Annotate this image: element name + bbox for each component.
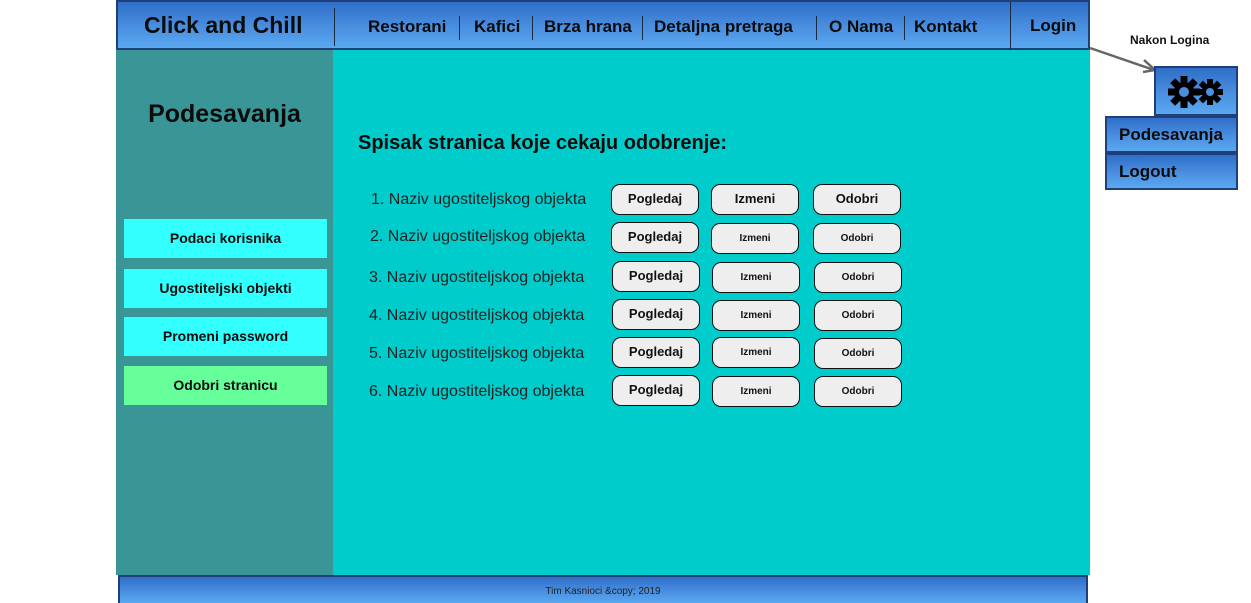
approve-button[interactable]: Odobri [814, 300, 902, 331]
sidebar-item-podaci-korisnika[interactable]: Podaci korisnika [124, 219, 327, 258]
page-title: Spisak stranica koje cekaju odobrenje: [358, 132, 728, 154]
view-button[interactable]: Pogledaj [612, 261, 700, 292]
sidebar-title: Podesavanja [148, 100, 301, 128]
login-link[interactable]: Login [1030, 16, 1076, 36]
nav-divider [642, 16, 643, 40]
edit-button[interactable]: Izmeni [711, 223, 799, 254]
sidebar-item-odobri-stranicu[interactable]: Odobri stranicu [124, 366, 327, 405]
approve-button[interactable]: Odobri [814, 262, 902, 293]
list-item-label: 1. Naziv ugostiteljskog objekta [371, 191, 587, 208]
list-item-label: 4. Naziv ugostiteljskog objekta [369, 307, 585, 324]
nav-divider [816, 16, 817, 40]
menu-item-logout[interactable]: Logout [1105, 153, 1238, 190]
approve-button[interactable]: Odobri [813, 223, 901, 254]
brand-logo[interactable]: Click and Chill [144, 12, 302, 39]
nav-o-nama[interactable]: O Nama [829, 17, 893, 37]
nav-detaljna-pretraga[interactable]: Detaljna pretraga [654, 17, 793, 37]
gears-icon [1168, 76, 1223, 108]
navbar-divider [334, 8, 335, 46]
approve-button[interactable]: Odobri [814, 338, 902, 369]
settings-gear-button[interactable] [1154, 66, 1238, 116]
nav-kafici[interactable]: Kafici [474, 17, 520, 37]
nav-restorani[interactable]: Restorani [368, 17, 446, 37]
main-content: Spisak stranica koje cekaju odobrenje: 1… [333, 50, 1090, 575]
navbar-divider [1010, 2, 1011, 50]
nav-divider [904, 16, 905, 40]
view-button[interactable]: Pogledaj [612, 375, 700, 406]
view-button[interactable]: Pogledaj [612, 337, 700, 368]
nav-divider [532, 16, 533, 40]
footer: Tim Kasnioci &copy; 2019 [118, 575, 1088, 603]
view-button[interactable]: Pogledaj [612, 299, 700, 330]
edit-button[interactable]: Izmeni [712, 300, 800, 331]
edit-button[interactable]: Izmeni [711, 184, 799, 215]
nav-kontakt[interactable]: Kontakt [914, 17, 977, 37]
list-item-label: 6. Naziv ugostiteljskog objekta [369, 383, 585, 400]
annotation-arrow-icon [1089, 46, 1158, 74]
nav-brza-hrana[interactable]: Brza hrana [544, 17, 632, 37]
list-item-label: 5. Naziv ugostiteljskog objekta [369, 345, 585, 362]
edit-button[interactable]: Izmeni [712, 376, 800, 407]
view-button[interactable]: Pogledaj [611, 184, 699, 215]
view-button[interactable]: Pogledaj [611, 222, 699, 253]
approve-button[interactable]: Odobri [814, 376, 902, 407]
edit-button[interactable]: Izmeni [712, 262, 800, 293]
top-navbar: Click and Chill Restorani Kafici Brza hr… [116, 0, 1090, 50]
sidebar-item-promeni-password[interactable]: Promeni password [124, 317, 327, 356]
edit-button[interactable]: Izmeni [712, 337, 800, 368]
menu-item-podesavanja[interactable]: Podesavanja [1105, 116, 1238, 153]
list-item-label: 3. Naziv ugostiteljskog objekta [369, 269, 585, 286]
nav-divider [459, 16, 460, 40]
sidebar-item-ugostiteljski-objekti[interactable]: Ugostiteljski objekti [124, 269, 327, 308]
settings-sidebar: Podesavanja Podaci korisnika Ugostiteljs… [116, 50, 333, 575]
approve-button[interactable]: Odobri [813, 184, 901, 215]
list-item-label: 2. Naziv ugostiteljskog objekta [370, 228, 586, 245]
